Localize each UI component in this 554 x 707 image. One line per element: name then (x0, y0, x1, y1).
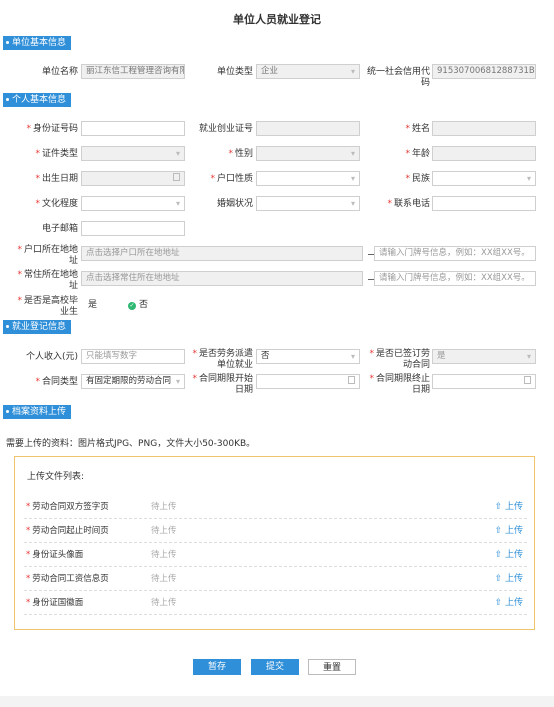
id-type-label: * 证件类型 (35, 149, 78, 159)
upload-note: 需要上传的资料：图片格式JPG、PNG，文件大小50-300KB。 (6, 439, 256, 449)
credit-code-field[interactable]: 91530700681288731B (432, 64, 536, 79)
birth-date-label: * 出生日期 (35, 174, 78, 184)
upload-button[interactable]: ⇧ 上传 (495, 547, 523, 560)
upload-status: 待上传 (151, 574, 177, 584)
unit-type-select[interactable]: 企业 (256, 64, 360, 79)
calendar-icon (348, 376, 355, 384)
upload-file-list: 上传文件列表: * 劳动合同双方签字页 待上传 ⇧ 上传 * 劳动合同起止时间页 待… (14, 456, 535, 630)
file-name: * 身份证国徽面 (26, 598, 84, 608)
upload-icon: ⇧ (494, 526, 503, 536)
section-employment-info: 就业登记信息 (3, 320, 72, 334)
upload-button[interactable]: ⇧ 上传 (495, 571, 523, 584)
marital-status-label: 婚姻状况 (216, 199, 253, 209)
upload-icon: ⇧ (494, 598, 503, 608)
reset-button[interactable]: 重置 (308, 659, 356, 675)
upload-row: * 劳动合同双方签字页 待上传 ⇧ 上传 (24, 494, 527, 519)
res-door-input[interactable]: 请输入门牌号信息，例如：XX组XX号。 (374, 271, 536, 286)
name-field[interactable] (432, 121, 536, 136)
email-input[interactable] (81, 221, 185, 236)
upload-button[interactable]: ⇧ 上传 (495, 595, 523, 608)
ethnic-label: * 民族 (405, 174, 430, 184)
page-footer-bar (0, 696, 554, 707)
unit-type-label: 单位类型 (216, 67, 253, 77)
name-label: * 姓名 (405, 124, 430, 134)
graduate-no-radio[interactable]: ✓ 否 (128, 297, 148, 310)
calendar-icon (524, 376, 531, 384)
page-title: 单位人员就业登记 (233, 13, 321, 26)
section-file-upload: 档案资料上传 (3, 405, 72, 419)
gender-label: * 性别 (228, 149, 253, 159)
upload-button[interactable]: ⇧ 上传 (495, 499, 523, 512)
section-unit-info: 单位基本信息 (3, 36, 72, 50)
res-address-label: * 常住所在地地址 (17, 270, 78, 291)
save-draft-button[interactable]: 暂存 (193, 659, 241, 675)
section-personal-info: 个人基本信息 (3, 93, 72, 107)
birth-date-field[interactable] (81, 171, 185, 186)
employment-cert-field[interactable] (256, 121, 360, 136)
calendar-icon (173, 173, 180, 181)
income-input[interactable]: 只能填写数字 (81, 349, 185, 364)
contract-type-label: * 合同类型 (35, 377, 78, 387)
employment-cert-label: 就业创业证号 (198, 124, 253, 134)
graduate-yes-radio[interactable]: 是 (88, 297, 97, 310)
contract-end-label: * 合同期限终止 日期 (369, 374, 430, 395)
file-name: * 劳动合同工资信息页 (26, 574, 109, 584)
unit-name-field[interactable]: 丽江东信工程管理咨询有限 (81, 64, 185, 79)
res-address-picker[interactable]: 点击选择常住所在地地址 (81, 271, 363, 286)
unit-name-label: 单位名称 (41, 67, 78, 77)
contract-type-select[interactable]: 有固定期限的劳动合同 (81, 374, 185, 389)
id-type-select[interactable] (81, 146, 185, 161)
phone-label: * 联系电话 (387, 199, 430, 209)
reg-door-input[interactable]: 请输入门牌号信息，例如：XX组XX号。 (374, 246, 536, 261)
upload-button[interactable]: ⇧ 上传 (495, 523, 523, 536)
contract-signed-label: * 是否已签订劳 动合同 (369, 349, 430, 370)
upload-status: 待上传 (151, 598, 177, 608)
email-label: 电子邮箱 (41, 224, 78, 234)
reg-address-picker[interactable]: 点击选择户口所在地地址 (81, 246, 363, 261)
gender-select[interactable] (256, 146, 360, 161)
contract-signed-select[interactable]: 是 (432, 349, 536, 364)
upload-row: * 劳动合同起止时间页 待上传 ⇧ 上传 (24, 518, 527, 543)
hukou-type-label: * 户口性质 (210, 174, 253, 184)
page: 单位人员就业登记 单位基本信息 单位名称 丽江东信工程管理咨询有限 单位类型 企… (0, 0, 554, 707)
upload-icon: ⇧ (494, 574, 503, 584)
id-number-input[interactable] (81, 121, 185, 136)
file-name: * 身份证头像面 (26, 550, 84, 560)
dispatch-label: * 是否劳务派遣 单位就业 (192, 349, 253, 370)
upload-row: * 身份证头像面 待上传 ⇧ 上传 (24, 542, 527, 567)
upload-row: * 身份证国徽面 待上传 ⇧ 上传 (24, 590, 527, 615)
education-select[interactable] (81, 196, 185, 211)
file-name: * 劳动合同双方签字页 (26, 502, 109, 512)
id-number-label: * 身份证号码 (26, 124, 78, 134)
file-name: * 劳动合同起止时间页 (26, 526, 109, 536)
upload-status: 待上传 (151, 550, 177, 560)
submit-button[interactable]: 提交 (251, 659, 299, 675)
upload-icon: ⇧ (494, 550, 503, 560)
marital-status-select[interactable] (256, 196, 360, 211)
education-label: * 文化程度 (35, 199, 78, 209)
credit-code-label: 统一社会信用代码 (366, 67, 430, 88)
income-label: 个人收入(元) (25, 352, 78, 362)
ethnic-select[interactable] (432, 171, 536, 186)
reg-address-label: * 户口所在地地址 (17, 245, 78, 266)
check-circle-icon: ✓ (128, 302, 136, 310)
dispatch-select[interactable]: 否 (256, 349, 360, 364)
contract-start-label: * 合同期限开始 日期 (192, 374, 253, 395)
upload-row: * 劳动合同工资信息页 待上传 ⇧ 上传 (24, 566, 527, 591)
phone-input[interactable] (432, 196, 536, 211)
contract-start-input[interactable] (256, 374, 360, 389)
upload-status: 待上传 (151, 526, 177, 536)
upload-status: 待上传 (151, 502, 177, 512)
age-label: * 年龄 (405, 149, 430, 159)
graduate-label: * 是否是高校毕 业生 (17, 296, 78, 317)
contract-end-input[interactable] (432, 374, 536, 389)
upload-list-title: 上传文件列表: (27, 472, 85, 482)
age-field[interactable] (432, 146, 536, 161)
upload-icon: ⇧ (494, 502, 503, 512)
hukou-type-select[interactable] (256, 171, 360, 186)
